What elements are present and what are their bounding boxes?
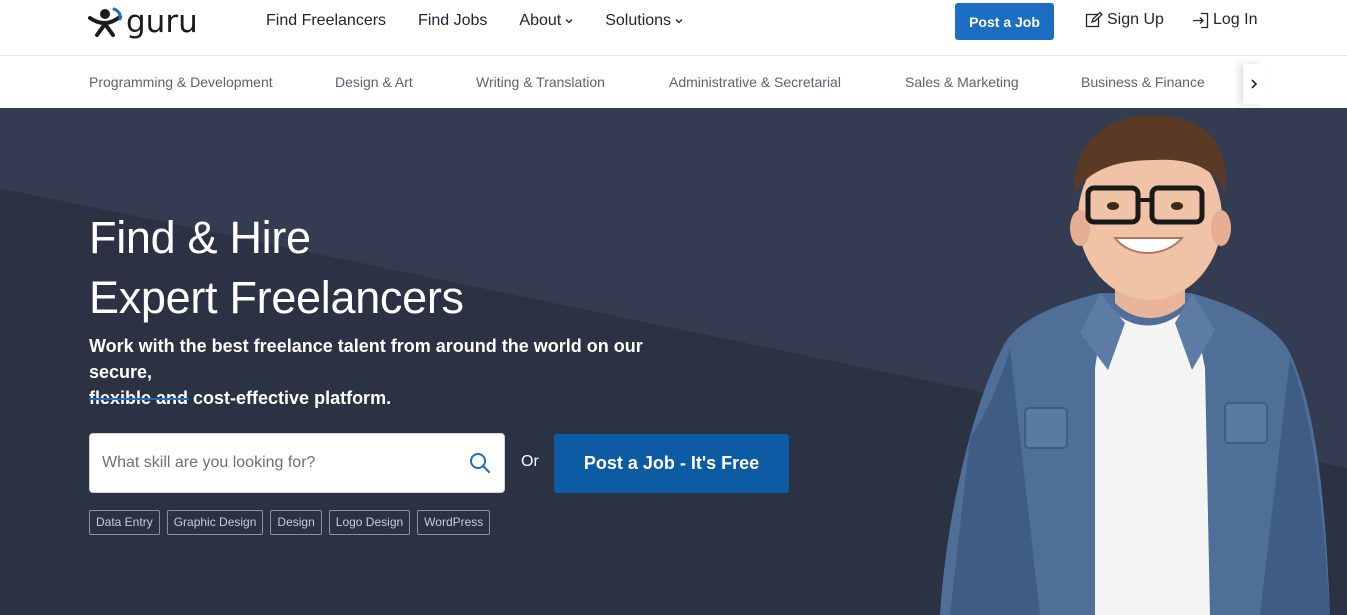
category-administrative-secretarial[interactable]: Administrative & Secretarial (669, 74, 841, 90)
skill-search-input[interactable] (102, 434, 462, 492)
search-icon (470, 453, 490, 473)
category-programming-development[interactable]: Programming & Development (89, 74, 273, 90)
nav-link-label: Find Freelancers (266, 12, 387, 29)
tag-wordpress[interactable]: WordPress (417, 510, 491, 535)
post-job-button[interactable]: Post a Job (955, 3, 1054, 40)
or-label: Or (521, 453, 539, 470)
main-nav: Find Freelancers Find Jobs About Solutio… (266, 0, 715, 42)
tag-logo-design[interactable]: Logo Design (328, 510, 411, 535)
guru-logo-icon (88, 7, 124, 37)
hero-divider (89, 398, 189, 400)
nav-about[interactable]: About (519, 12, 573, 30)
hero-person-image (940, 115, 1330, 615)
category-writing-translation[interactable]: Writing & Translation (476, 74, 605, 90)
popular-skill-tags: Data Entry Graphic Design Design Logo De… (89, 510, 491, 535)
skill-search-box (89, 433, 505, 493)
hero-section: Find & Hire Expert Freelancers Work with… (0, 108, 1347, 615)
hero-title: Find & Hire Expert Freelancers (89, 208, 464, 328)
category-design-art[interactable]: Design & Art (335, 74, 413, 90)
nav-find-jobs[interactable]: Find Jobs (418, 12, 487, 30)
post-job-free-button[interactable]: Post a Job - It's Free (554, 434, 789, 493)
category-bar: Programming & Development Design & Art W… (0, 56, 1347, 108)
top-navigation: guru Find Freelancers Find Jobs About So… (0, 0, 1347, 56)
tag-graphic-design[interactable]: Graphic Design (166, 510, 264, 535)
category-business-finance[interactable]: Business & Finance (1081, 74, 1205, 90)
login-icon (1193, 12, 1209, 28)
nav-link-label: Solutions (605, 12, 672, 29)
hero-subtitle-line1: Work with the best freelance talent from… (89, 336, 643, 382)
sign-up-label: Sign Up (1107, 11, 1164, 28)
hero-title-line1: Find & Hire (89, 212, 311, 263)
sign-up-link[interactable]: Sign Up (1085, 11, 1164, 29)
hero-title-line2: Expert Freelancers (89, 272, 464, 323)
chevron-right-icon (1251, 79, 1258, 89)
nav-solutions[interactable]: Solutions (605, 12, 683, 30)
nav-link-label: Find Jobs (418, 12, 488, 29)
nav-find-freelancers[interactable]: Find Freelancers (266, 12, 386, 30)
tag-data-entry[interactable]: Data Entry (89, 510, 160, 535)
edit-icon (1085, 11, 1103, 28)
chevron-down-icon (565, 19, 573, 24)
log-in-label: Log In (1213, 11, 1258, 28)
nav-link-label: About (519, 12, 562, 29)
search-button[interactable] (468, 451, 492, 475)
guru-logo-text: guru (126, 4, 198, 40)
category-next-button[interactable] (1243, 64, 1265, 104)
chevron-down-icon (675, 19, 683, 24)
guru-logo[interactable]: guru (88, 6, 198, 38)
category-sales-marketing[interactable]: Sales & Marketing (905, 74, 1019, 90)
tag-design[interactable]: Design (270, 510, 322, 535)
log-in-link[interactable]: Log In (1192, 11, 1257, 29)
